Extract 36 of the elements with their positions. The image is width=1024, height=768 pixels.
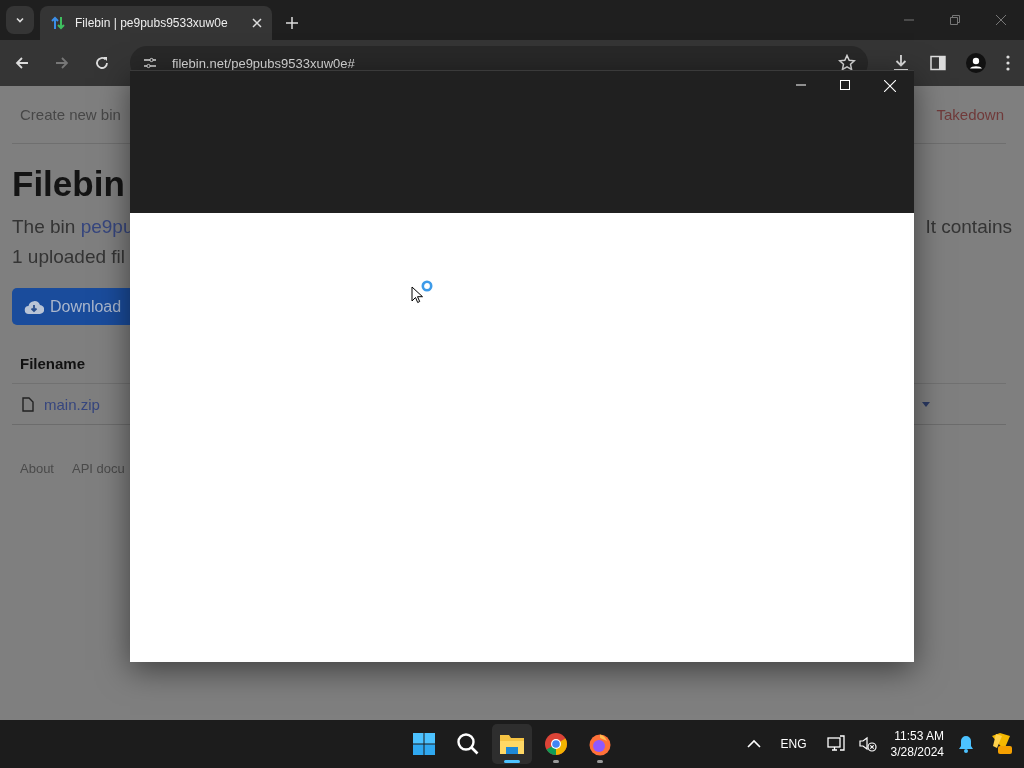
intro-text: It contains xyxy=(925,215,1012,239)
page-heading: Filebin xyxy=(12,164,126,204)
download-icon[interactable] xyxy=(892,54,911,72)
taskbar-app[interactable] xyxy=(492,724,532,764)
file-icon xyxy=(22,396,34,412)
folder-icon xyxy=(499,732,525,756)
chrome-icon xyxy=(544,732,568,756)
network-icon[interactable] xyxy=(826,735,845,753)
star-icon[interactable] xyxy=(838,54,857,72)
column-header: Filename xyxy=(20,354,86,372)
tab-title: Filebin | pe9pubs9533xuw0e xyxy=(75,16,229,30)
chevron-up-icon[interactable] xyxy=(746,739,761,749)
search-icon xyxy=(456,732,480,756)
firefox-icon xyxy=(588,732,612,756)
side-panel-icon[interactable] xyxy=(930,55,947,71)
clock[interactable]: 11:53 AM 3/28/2024 xyxy=(890,728,944,760)
file-link[interactable]: main.zip xyxy=(44,395,100,413)
maximize-icon[interactable] xyxy=(840,80,850,90)
language-indicator[interactable]: ENG xyxy=(780,737,807,751)
windows-logo-icon xyxy=(412,732,436,756)
back-icon[interactable] xyxy=(14,55,30,71)
more-icon[interactable] xyxy=(1006,55,1011,71)
plus-icon[interactable] xyxy=(286,17,298,29)
restore-icon[interactable] xyxy=(950,15,960,25)
profile-icon[interactable] xyxy=(966,53,987,73)
intro-text: 1 uploaded fil xyxy=(12,245,127,269)
sliders-icon xyxy=(141,55,158,71)
caret-icon[interactable] xyxy=(922,401,930,407)
browser-tab[interactable]: Filebin | pe9pubs9533xuw0e xyxy=(40,6,272,40)
bell-icon[interactable] xyxy=(958,735,974,753)
muted-speaker-icon[interactable] xyxy=(858,735,877,753)
cloud-download-icon xyxy=(24,298,44,315)
reload-icon[interactable] xyxy=(93,55,110,71)
forward-icon[interactable] xyxy=(53,55,70,71)
takedown-link[interactable]: Takedown xyxy=(936,106,1004,123)
arrows-icon xyxy=(50,15,66,31)
